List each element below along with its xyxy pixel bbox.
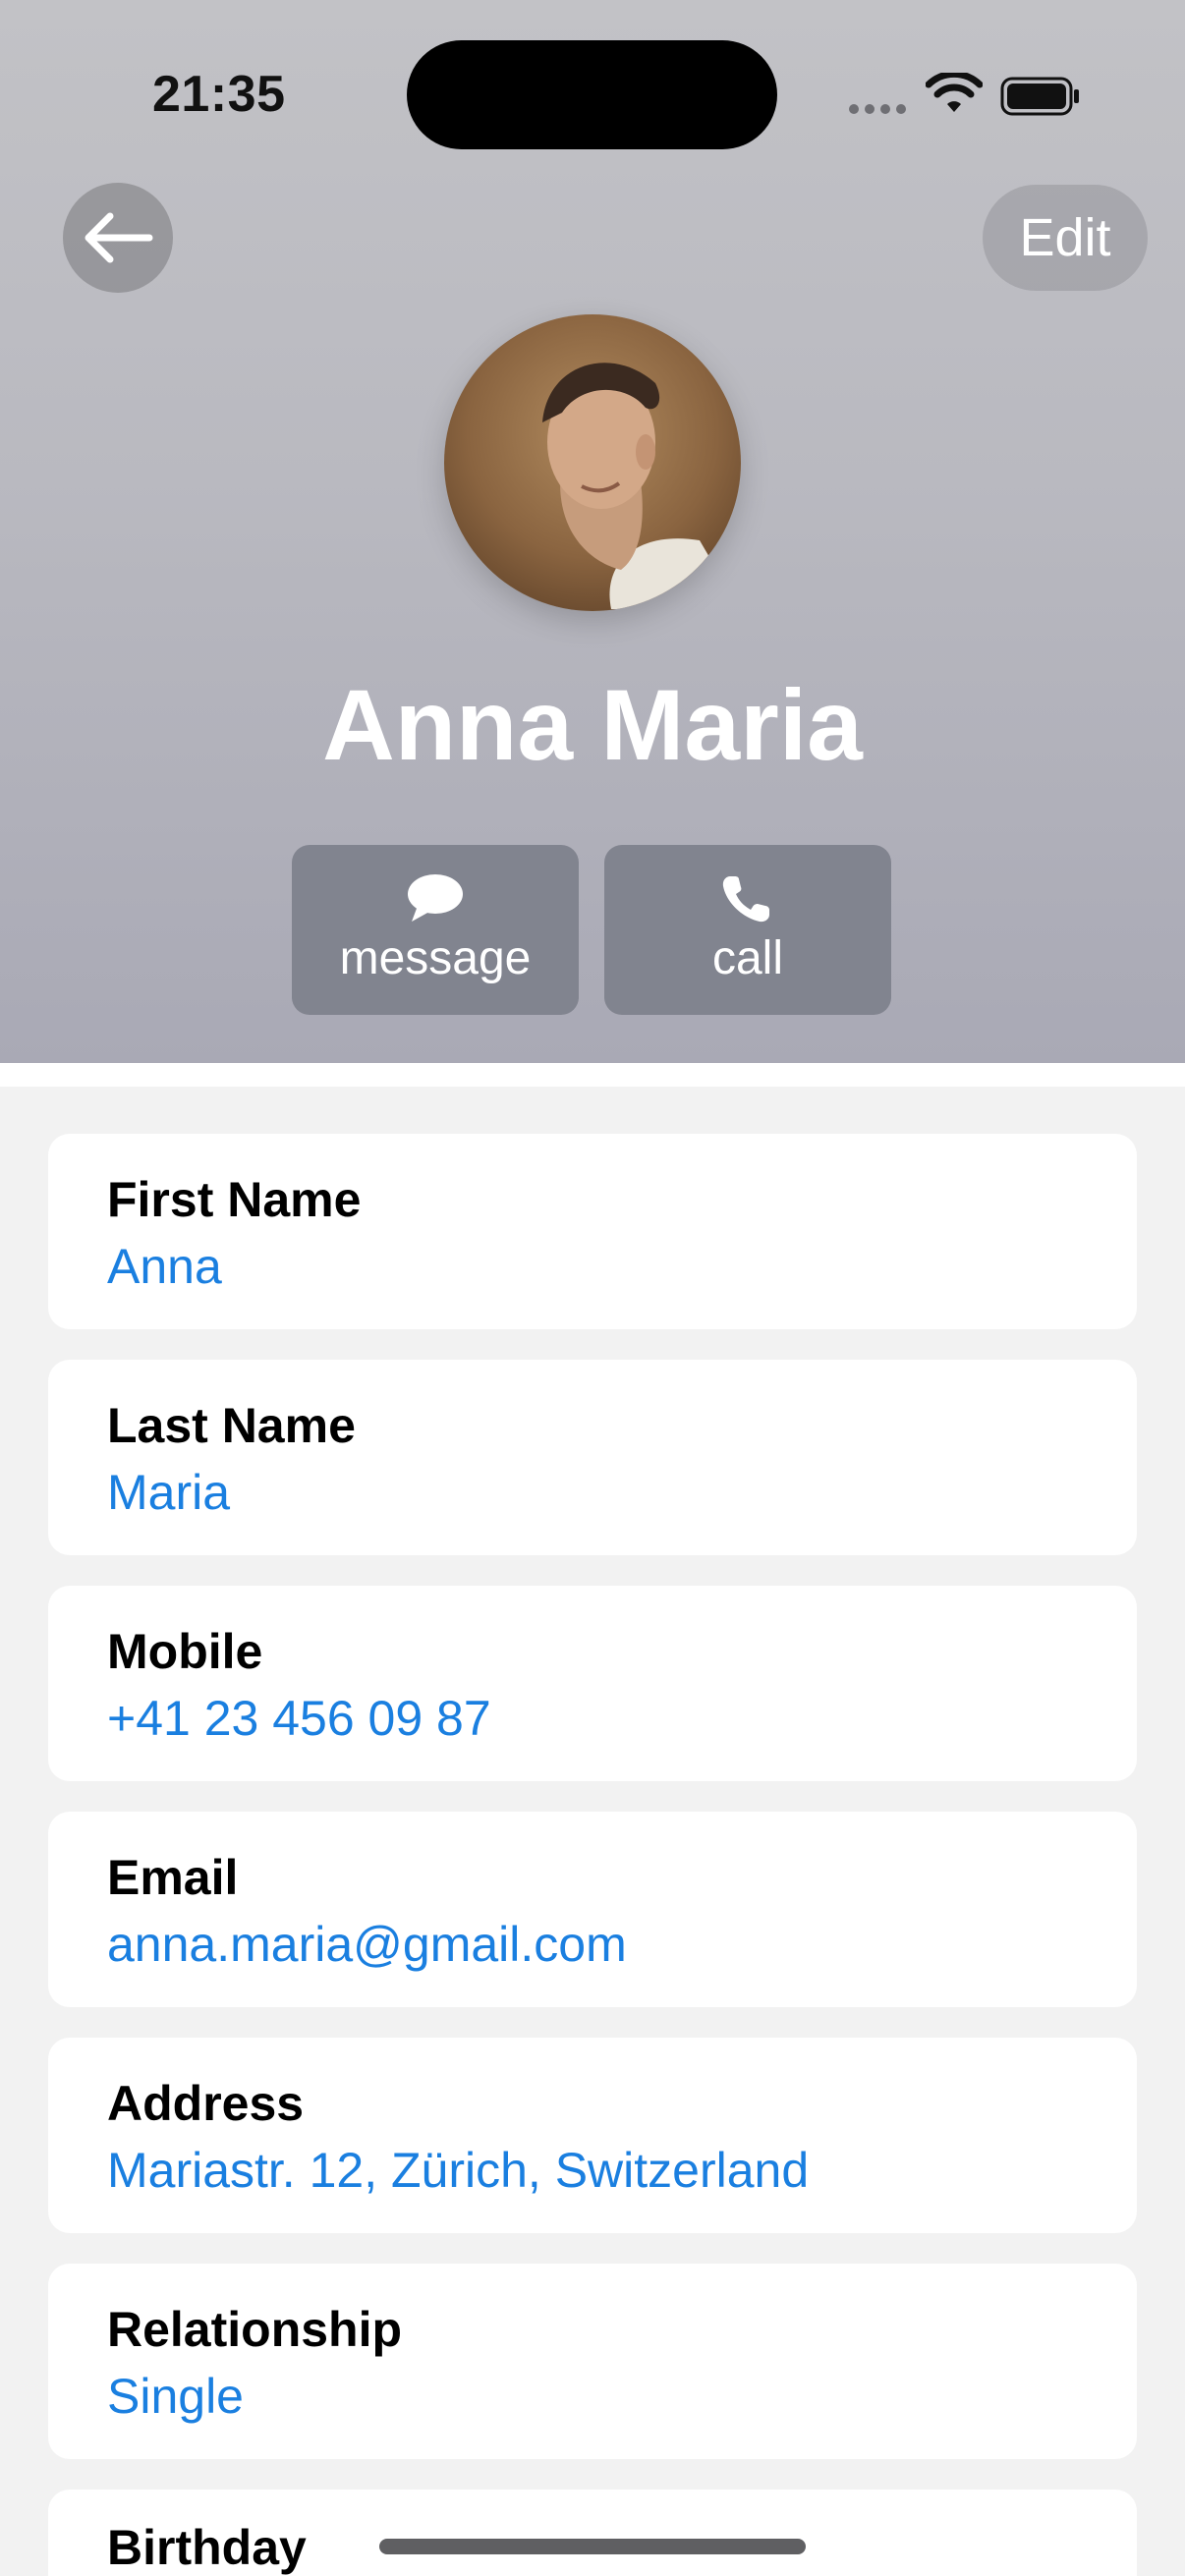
field-label: Mobile	[107, 1624, 263, 1679]
call-label: call	[711, 932, 784, 984]
phone-icon	[722, 876, 769, 923]
wifi-icon	[926, 73, 983, 112]
message-button[interactable]: message	[292, 845, 579, 1015]
field-label: Address	[107, 2076, 305, 2131]
field-value[interactable]: Single	[107, 2368, 244, 2425]
field-value[interactable]: +41 23 456 09 87	[107, 1690, 491, 1747]
header-divider	[0, 1063, 1185, 1087]
call-button[interactable]: call	[604, 845, 891, 1015]
back-button[interactable]	[63, 183, 173, 293]
status-time: 21:35	[152, 66, 286, 123]
dynamic-island	[407, 40, 777, 149]
speech-bubble-icon	[408, 874, 463, 922]
message-label: message	[339, 932, 532, 984]
field-card-relationship: Relationship Single	[48, 2264, 1137, 2459]
field-label: Relationship	[107, 2302, 403, 2357]
field-value[interactable]: Maria	[107, 1464, 230, 1521]
field-label: First Name	[107, 1172, 362, 1227]
battery-icon	[1000, 77, 1079, 116]
field-card-address: Address Mariastr. 12, Zürich, Switzerlan…	[48, 2038, 1137, 2233]
field-card-email: Email anna.maria@gmail.com	[48, 1812, 1137, 2007]
home-indicator[interactable]	[379, 2539, 806, 2554]
avatar	[444, 314, 741, 611]
field-card-first-name: First Name Anna	[48, 1134, 1137, 1329]
field-label: Last Name	[107, 1398, 356, 1453]
arrow-left-icon	[85, 212, 153, 263]
field-value[interactable]: Mariastr. 12, Zürich, Switzerland	[107, 2142, 809, 2199]
contact-header: 21:35 Edit Anna Maria message call	[0, 0, 1185, 1063]
field-card-last-name: Last Name Maria	[48, 1360, 1137, 1555]
field-value[interactable]: anna.maria@gmail.com	[107, 1916, 627, 1973]
field-card-birthday: Birthday	[48, 2490, 1137, 2576]
field-label: Birthday	[107, 2520, 307, 2575]
cellular-dots-icon	[849, 104, 908, 116]
contact-name: Anna Maria	[322, 669, 863, 781]
field-value[interactable]: Anna	[107, 1238, 222, 1295]
field-card-mobile: Mobile +41 23 456 09 87	[48, 1586, 1137, 1781]
edit-button[interactable]: Edit	[983, 185, 1148, 291]
field-label: Email	[107, 1850, 239, 1905]
